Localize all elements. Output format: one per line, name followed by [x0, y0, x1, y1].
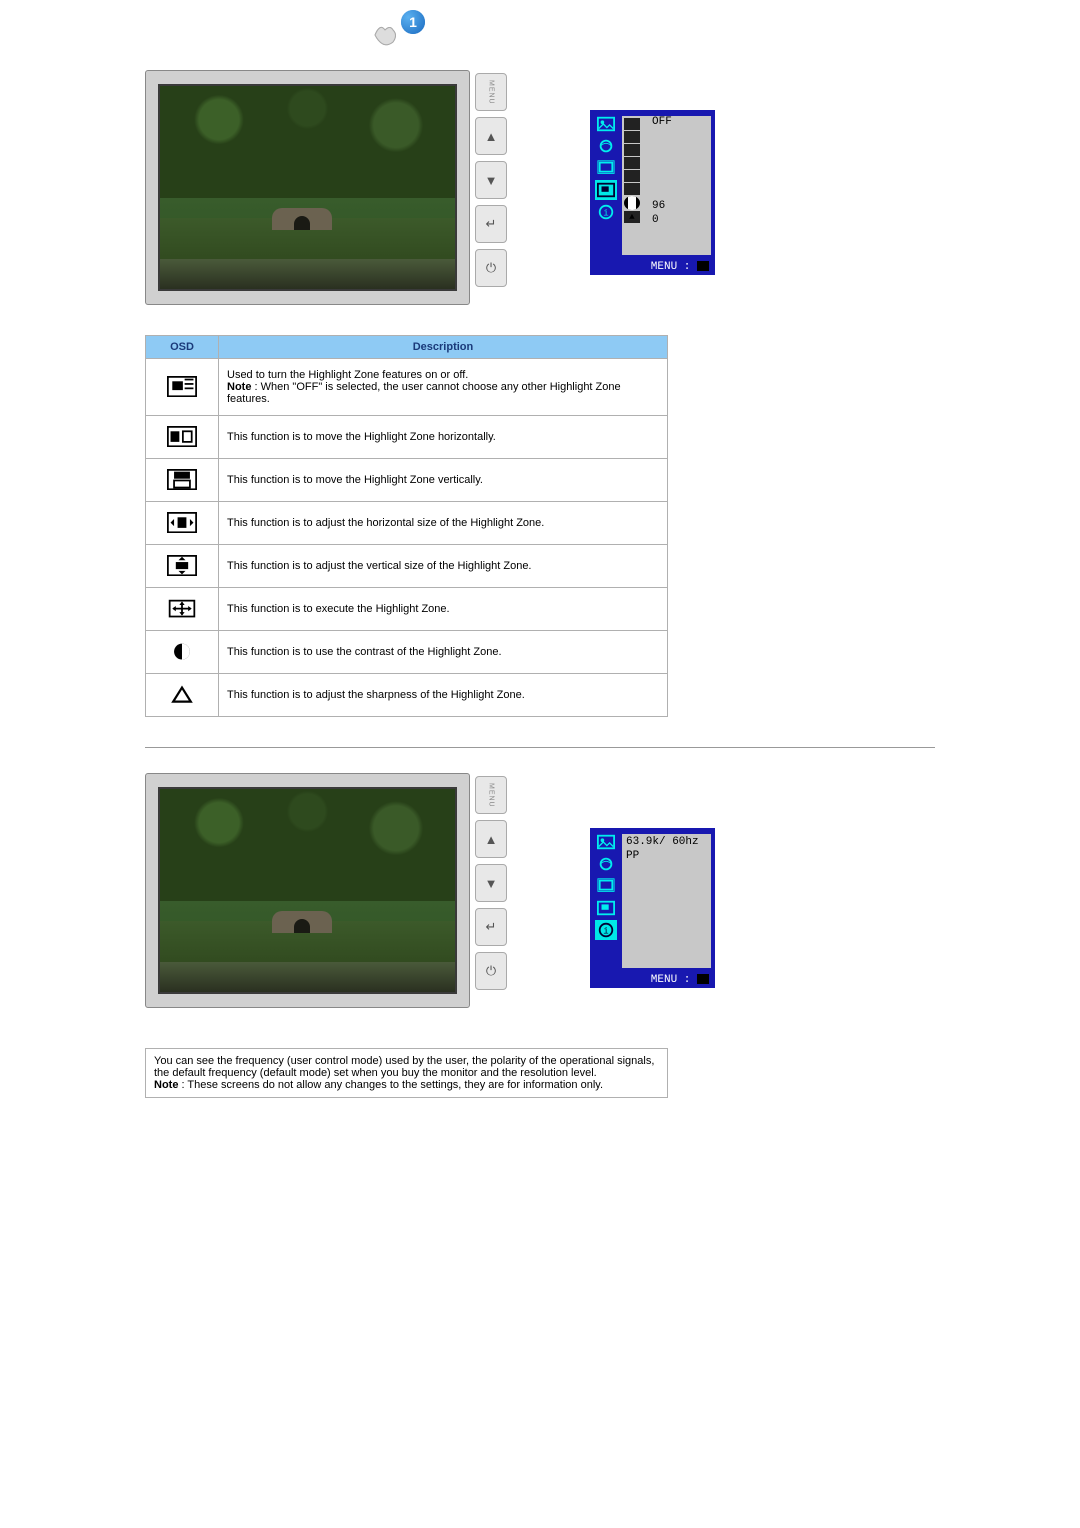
row-text: This function is to adjust the vertical …: [219, 545, 668, 588]
osd-cat-screen-icon: [595, 876, 617, 896]
osd-panel-highlight: i OFF 96 0 MENU :: [590, 110, 715, 275]
osd-cat-picture-icon: [595, 832, 617, 852]
table-row: This function is to execute the Highligh…: [146, 588, 668, 631]
osd-value-off: OFF: [652, 116, 672, 128]
sub-hz-hmove-icon: [624, 131, 640, 143]
osd-cat-highlight-icon: [595, 898, 617, 918]
up-button[interactable]: ▲: [475, 117, 507, 155]
osd-info-line2: PP: [626, 850, 639, 862]
osd-main-area: OFF 96 0: [622, 116, 711, 255]
osd-cat-screen-icon: [595, 158, 617, 178]
sub-hz-sharpness-icon: [624, 211, 640, 223]
hand-icon: [370, 20, 400, 50]
down-button[interactable]: ▼: [475, 864, 507, 902]
table-row: This function is to adjust the sharpness…: [146, 674, 668, 717]
table-row: Used to turn the Highlight Zone features…: [146, 359, 668, 416]
note-label: Note: [227, 381, 251, 393]
osd-cat-highlight-icon: [595, 180, 617, 200]
col-description: Description: [219, 336, 668, 359]
table-row: This function is to move the Highlight Z…: [146, 459, 668, 502]
sub-hz-execute-icon: [624, 183, 640, 195]
row-text: This function is to use the contrast of …: [219, 631, 668, 674]
info-text: You can see the frequency (user control …: [154, 1055, 654, 1079]
sub-hz-vmove-icon: [624, 144, 640, 156]
enter-button[interactable]: ↵: [475, 908, 507, 946]
step-badge-1: 1: [401, 10, 425, 34]
hz-sharpness-icon: [167, 684, 197, 706]
osd-cat-info-icon: i: [595, 202, 617, 222]
monitor-side-buttons: MENU ▲ ▼ ↵ ⏻: [475, 73, 515, 287]
note-label: Note: [154, 1079, 178, 1091]
svg-text:i: i: [603, 209, 608, 219]
power-button[interactable]: ⏻: [475, 249, 507, 287]
col-osd: OSD: [146, 336, 219, 359]
osd-cat-picture-icon: [595, 114, 617, 134]
hz-execute-icon: [167, 598, 197, 620]
sub-hz-toggle-icon: [624, 118, 640, 130]
osd-footer: MENU :: [590, 974, 715, 986]
section2-figure: MENU ▲ ▼ ↵ ⏻ 1: [145, 773, 935, 1018]
power-button[interactable]: ⏻: [475, 952, 507, 990]
osd-cat-geometry-icon: [595, 854, 617, 874]
row-text: Used to turn the Highlight Zone features…: [227, 369, 468, 381]
highlight-zone-table: OSD Description Used to turn the Highlig…: [145, 335, 668, 717]
monitor-mockup-1: MENU ▲ ▼ ↵ ⏻: [145, 70, 515, 315]
table-row: This function is to adjust the horizonta…: [146, 502, 668, 545]
table-row: This function is to move the Highlight Z…: [146, 416, 668, 459]
osd-main-area: 63.9k/ 60hz PP: [622, 834, 711, 968]
osd-panel-info: i 63.9k/ 60hz PP MENU :: [590, 828, 715, 988]
table-row: This function is to adjust the vertical …: [146, 545, 668, 588]
down-button[interactable]: ▼: [475, 161, 507, 199]
sub-hz-contrast-icon: [624, 196, 640, 210]
row-text: This function is to adjust the sharpness…: [219, 674, 668, 717]
hz-v-move-icon: [167, 469, 197, 491]
monitor-frame: [145, 70, 470, 305]
section1-figure: MENU ▲ ▼ ↵ ⏻ 1: [145, 70, 935, 315]
row-text: This function is to adjust the horizonta…: [219, 502, 668, 545]
osd-footer: MENU :: [590, 261, 715, 273]
table-row: This function is to use the contrast of …: [146, 631, 668, 674]
hz-toggle-icon: [167, 376, 197, 398]
hz-v-size-icon: [167, 555, 197, 577]
menu-button[interactable]: MENU: [475, 776, 507, 814]
sub-hz-vsize-icon: [624, 170, 640, 182]
row-text: This function is to move the Highlight Z…: [219, 416, 668, 459]
menu-button[interactable]: MENU: [475, 73, 507, 111]
section-separator: [145, 747, 935, 748]
menu-exit-icon: [697, 974, 709, 984]
hand-cue-2: 1: [370, 5, 425, 60]
hz-contrast-icon: [167, 641, 197, 663]
menu-exit-icon: [697, 261, 709, 271]
hz-h-move-icon: [167, 426, 197, 448]
row-text: This function is to move the Highlight Z…: [219, 459, 668, 502]
osd-cat-info-icon: i: [595, 920, 617, 940]
up-button[interactable]: ▲: [475, 820, 507, 858]
monitor-screen: [158, 787, 457, 994]
enter-button[interactable]: ↵: [475, 205, 507, 243]
sub-hz-hsize-icon: [624, 157, 640, 169]
monitor-frame: [145, 773, 470, 1008]
monitor-side-buttons: MENU ▲ ▼ ↵ ⏻: [475, 776, 515, 990]
osd-value-contrast: 96: [652, 200, 665, 212]
osd-cat-geometry-icon: [595, 136, 617, 156]
monitor-mockup-2: MENU ▲ ▼ ↵ ⏻: [145, 773, 515, 1018]
monitor-screen: [158, 84, 457, 291]
osd-value-sharpness: 0: [652, 214, 659, 226]
osd-info-line1: 63.9k/ 60hz: [626, 836, 699, 848]
row-text: This function is to execute the Highligh…: [219, 588, 668, 631]
hz-h-size-icon: [167, 512, 197, 534]
info-description-box: You can see the frequency (user control …: [145, 1048, 668, 1098]
svg-text:i: i: [603, 927, 608, 937]
